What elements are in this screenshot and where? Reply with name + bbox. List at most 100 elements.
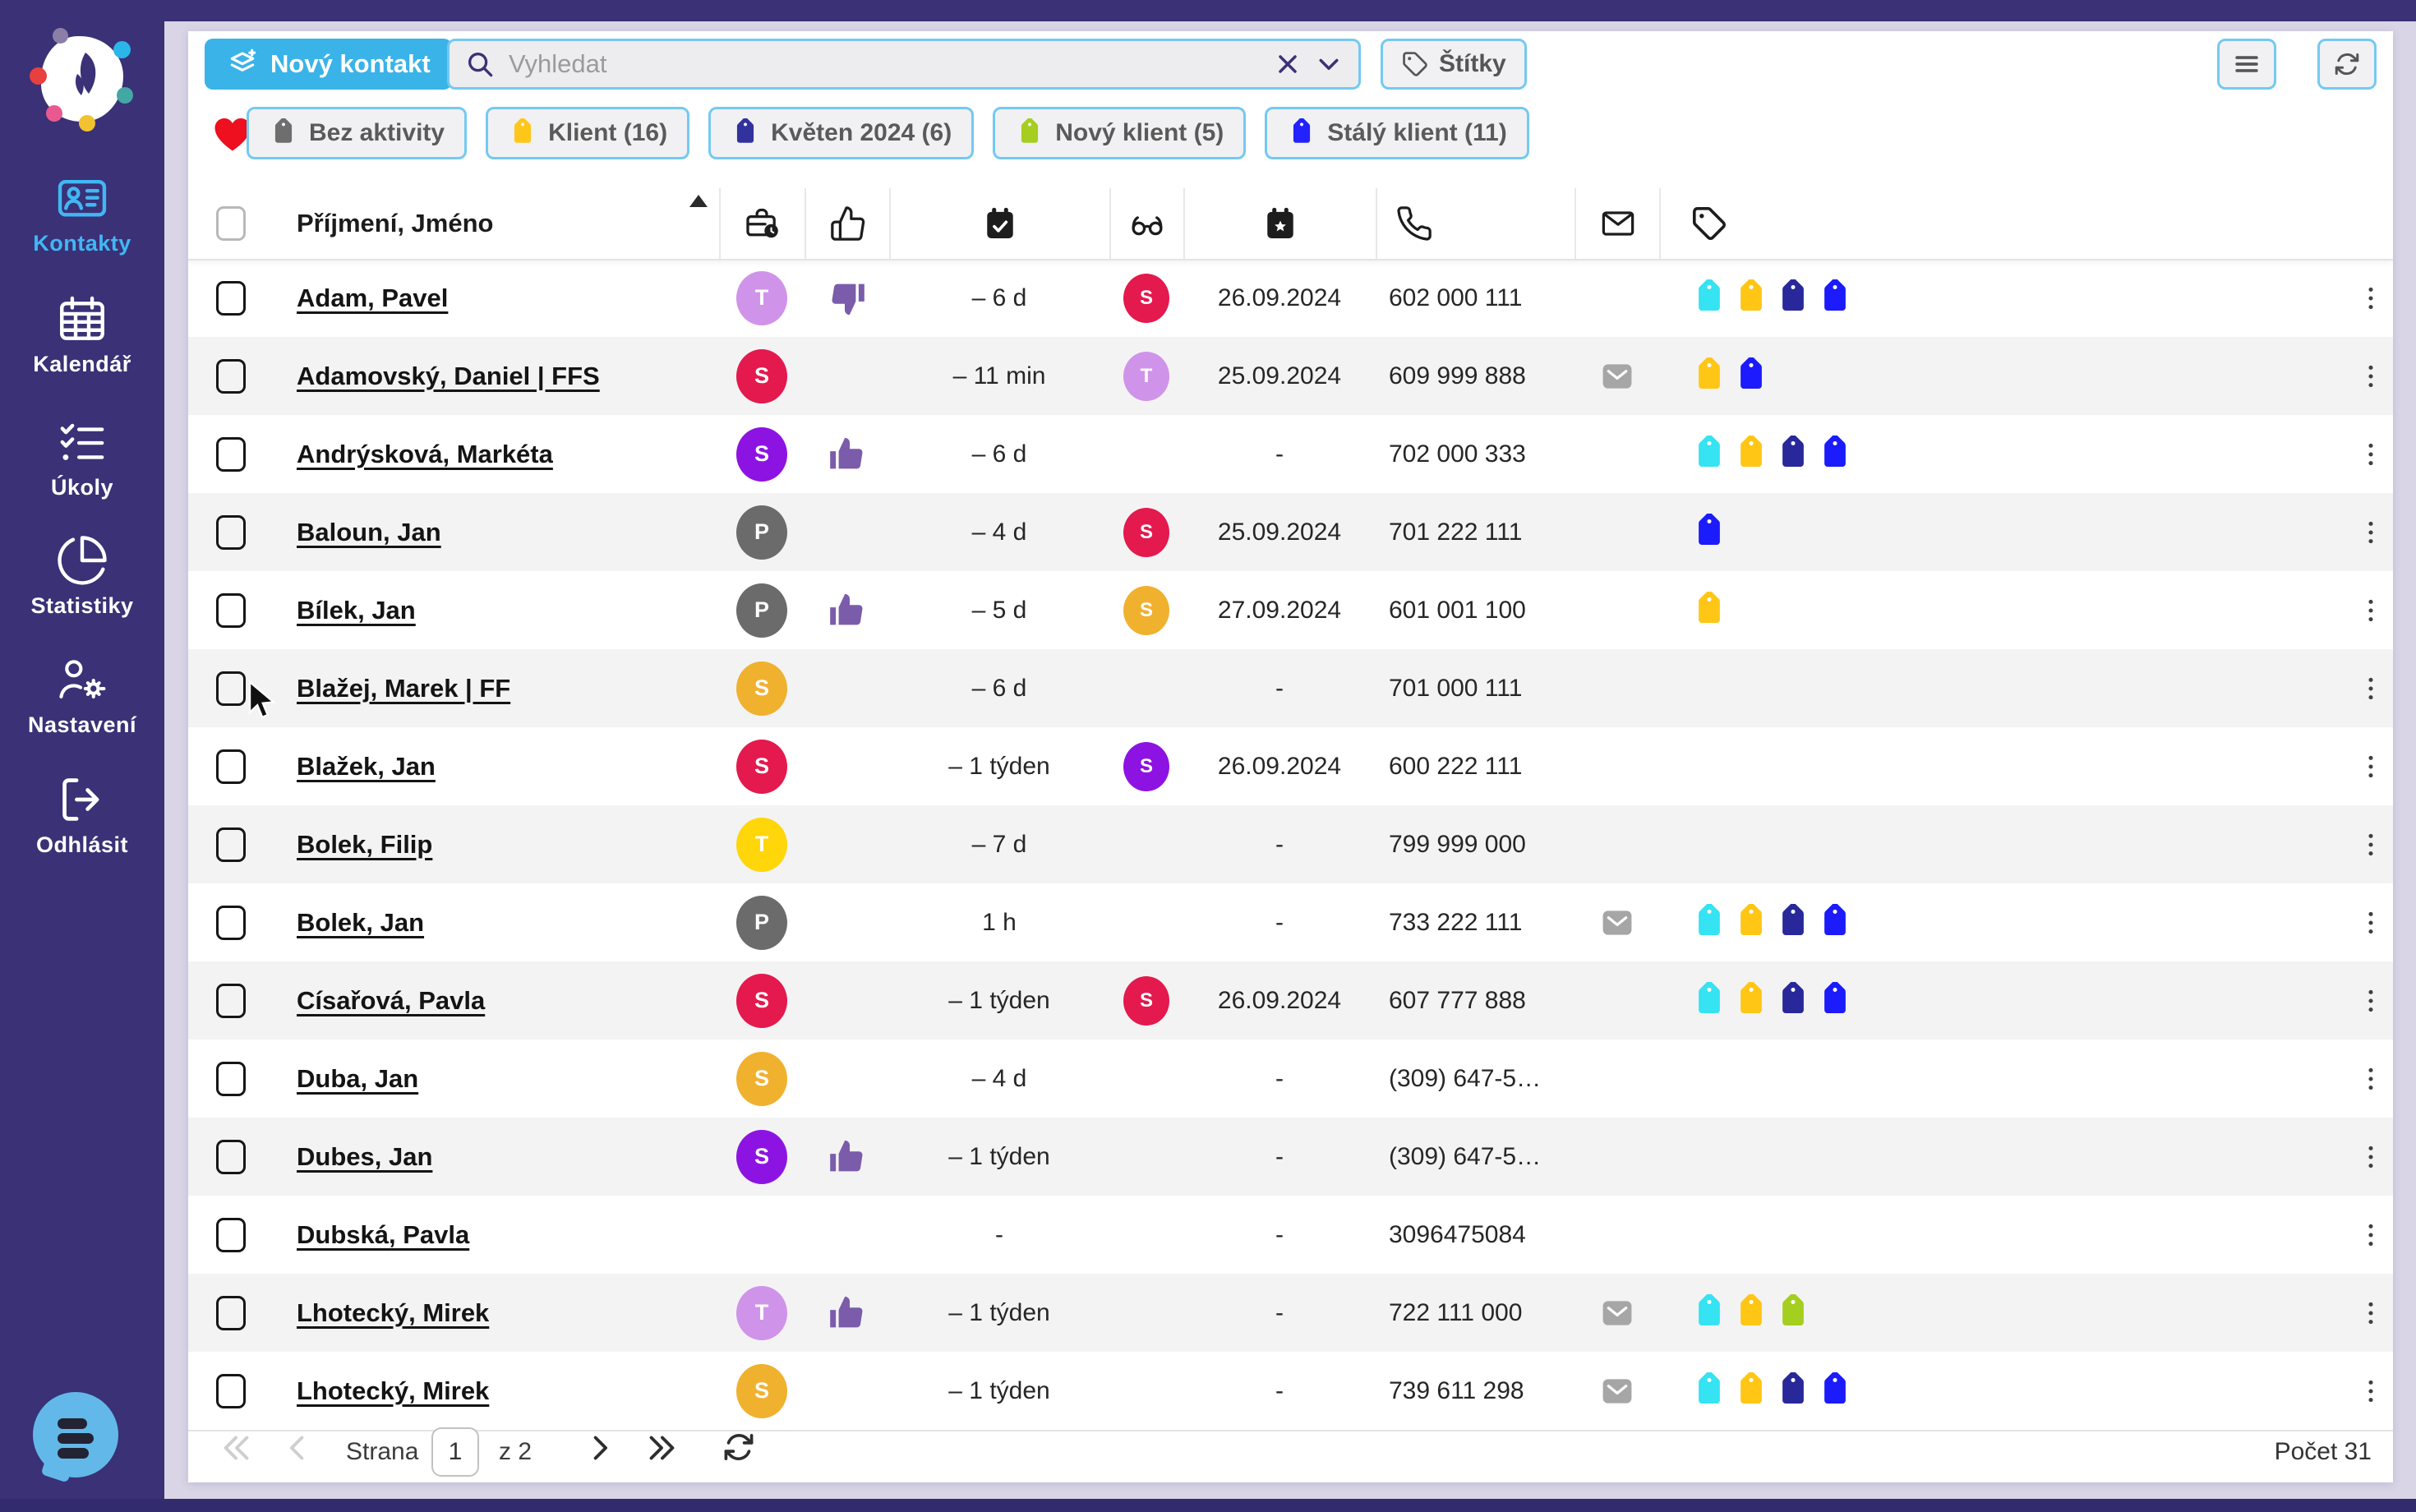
row-menu-kebab-icon[interactable] (2357, 753, 2385, 781)
contact-name-link[interactable]: Dubes, Jan (297, 1142, 432, 1172)
contact-name-link[interactable]: Blažek, Jan (297, 752, 436, 781)
column-tags-tag-icon[interactable] (1659, 188, 2393, 259)
table-row[interactable]: Bolek, JanP1 h-733 222 111 (188, 883, 2393, 961)
row-checkbox[interactable] (216, 281, 246, 316)
envelope-icon[interactable] (1599, 905, 1635, 941)
envelope-icon[interactable] (1599, 1373, 1635, 1409)
contact-tag-icon[interactable] (1774, 1372, 1812, 1410)
contact-tag-icon[interactable] (1690, 592, 1728, 629)
row-menu-kebab-icon[interactable] (2357, 1143, 2385, 1171)
chat-bubble-button[interactable] (33, 1392, 118, 1477)
contact-name-link[interactable]: Bolek, Jan (297, 908, 424, 938)
contact-name-link[interactable]: Císařová, Pavla (297, 986, 485, 1016)
contact-tag-icon[interactable] (1690, 1294, 1728, 1332)
row-checkbox[interactable] (216, 437, 246, 472)
row-checkbox[interactable] (216, 749, 246, 784)
last-page-button[interactable] (643, 1429, 680, 1467)
contact-tag-icon[interactable] (1690, 982, 1728, 1020)
filter-chip[interactable]: Klient (16) (486, 107, 689, 159)
contact-name-link[interactable]: Adam, Pavel (297, 284, 448, 313)
contact-tag-icon[interactable] (1690, 279, 1728, 317)
table-row[interactable]: Adamovský, Daniel | FFSS– 11 minT25.09.2… (188, 337, 2393, 415)
app-logo[interactable] (31, 26, 133, 131)
column-header-name[interactable]: Příjmení, Jméno (274, 188, 719, 259)
filter-chip[interactable]: Stálý klient (11) (1265, 107, 1528, 159)
clear-search-icon[interactable] (1273, 49, 1303, 79)
row-menu-kebab-icon[interactable] (2357, 519, 2385, 546)
sidebar-item-statistiky[interactable]: Statistiky (0, 533, 164, 619)
row-checkbox[interactable] (216, 671, 246, 706)
contact-tag-icon[interactable] (1732, 904, 1770, 942)
filter-chip[interactable]: Nový klient (5) (993, 107, 1246, 159)
contact-name-link[interactable]: Lhotecký, Mirek (297, 1298, 489, 1328)
list-view-menu-button[interactable] (2217, 39, 2276, 90)
contact-tag-icon[interactable] (1816, 982, 1854, 1020)
row-menu-kebab-icon[interactable] (2357, 675, 2385, 703)
contact-name-link[interactable]: Bolek, Filip (297, 830, 432, 860)
row-menu-kebab-icon[interactable] (2357, 1377, 2385, 1405)
row-checkbox[interactable] (216, 1296, 246, 1330)
contact-tag-icon[interactable] (1732, 436, 1770, 473)
column-next-activity-calendar-check-icon[interactable] (889, 188, 1109, 259)
contact-tag-icon[interactable] (1732, 982, 1770, 1020)
row-menu-kebab-icon[interactable] (2357, 909, 2385, 937)
column-rating-thumb-up-icon[interactable] (805, 188, 889, 259)
column-last-seen-glasses-icon[interactable] (1109, 188, 1183, 259)
contact-tag-icon[interactable] (1774, 279, 1812, 317)
contact-name-link[interactable]: Blažej, Marek | FF (297, 674, 510, 703)
contact-name-link[interactable]: Lhotecký, Mirek (297, 1376, 489, 1406)
refresh-page-button[interactable] (721, 1429, 757, 1465)
row-checkbox[interactable] (216, 593, 246, 628)
contact-name-link[interactable]: Baloun, Jan (297, 518, 441, 547)
table-row[interactable]: Duba, JanS– 4 d-(309) 647-5… (188, 1040, 2393, 1118)
table-row[interactable]: Dubská, Pavla--3096475084 (188, 1196, 2393, 1274)
row-checkbox[interactable] (216, 1218, 246, 1252)
contact-tag-icon[interactable] (1816, 279, 1854, 317)
sidebar-item-kontakty[interactable]: Kontakty (0, 171, 164, 256)
contact-tag-icon[interactable] (1774, 904, 1812, 942)
row-menu-kebab-icon[interactable] (2357, 987, 2385, 1015)
sidebar-item-odhlasit[interactable]: Odhlásit (0, 772, 164, 858)
row-checkbox[interactable] (216, 359, 246, 394)
row-menu-kebab-icon[interactable] (2357, 1065, 2385, 1093)
sidebar-item-ukoly[interactable]: Úkoly (0, 415, 164, 500)
row-checkbox[interactable] (216, 1062, 246, 1096)
contact-tag-icon[interactable] (1816, 436, 1854, 473)
first-page-button[interactable] (218, 1429, 256, 1467)
column-phone-icon[interactable] (1376, 188, 1575, 259)
contact-tag-icon[interactable] (1690, 514, 1728, 551)
contact-tag-icon[interactable] (1690, 1372, 1728, 1410)
contact-tag-icon[interactable] (1816, 1372, 1854, 1410)
row-checkbox[interactable] (216, 984, 246, 1018)
table-row[interactable]: Blažej, Marek | FFS– 6 d-701 000 111 (188, 649, 2393, 727)
sidebar-item-kalendar[interactable]: Kalendář (0, 292, 164, 377)
table-row[interactable]: Dubes, JanS– 1 týden-(309) 647-5… (188, 1118, 2393, 1196)
tags-button[interactable]: Štítky (1381, 39, 1527, 90)
table-row[interactable]: Andrýsková, MarkétaS– 6 d-702 000 333 (188, 415, 2393, 493)
contact-tag-icon[interactable] (1690, 357, 1728, 395)
row-menu-kebab-icon[interactable] (2357, 362, 2385, 390)
next-page-button[interactable] (581, 1429, 619, 1467)
table-row[interactable]: Adam, PavelT– 6 dS26.09.2024602 000 111 (188, 259, 2393, 337)
row-menu-kebab-icon[interactable] (2357, 1221, 2385, 1249)
row-menu-kebab-icon[interactable] (2357, 831, 2385, 859)
sidebar-item-nastaveni[interactable]: Nastavení (0, 652, 164, 738)
column-activity-type-briefcase-clock-icon[interactable] (719, 188, 805, 259)
row-checkbox[interactable] (216, 827, 246, 862)
envelope-icon[interactable] (1599, 1295, 1635, 1331)
row-checkbox[interactable] (216, 906, 246, 940)
table-row[interactable]: Lhotecký, MirekT– 1 týden-722 111 000 (188, 1274, 2393, 1352)
contact-name-link[interactable]: Adamovský, Daniel | FFS (297, 362, 600, 391)
page-number-input[interactable]: 1 (431, 1427, 479, 1477)
table-row[interactable]: Bolek, FilipT– 7 d-799 999 000 (188, 805, 2393, 883)
contact-tag-icon[interactable] (1690, 904, 1728, 942)
contact-tag-icon[interactable] (1774, 436, 1812, 473)
filter-chip[interactable]: Květen 2024 (6) (708, 107, 974, 159)
contact-name-link[interactable]: Dubská, Pavla (297, 1220, 469, 1250)
column-event-date-calendar-star-icon[interactable] (1183, 188, 1376, 259)
contact-tag-icon[interactable] (1774, 1294, 1812, 1332)
row-menu-kebab-icon[interactable] (2357, 440, 2385, 468)
envelope-icon[interactable] (1599, 358, 1635, 394)
row-menu-kebab-icon[interactable] (2357, 284, 2385, 312)
new-contact-button[interactable]: Nový kontakt (205, 39, 452, 90)
